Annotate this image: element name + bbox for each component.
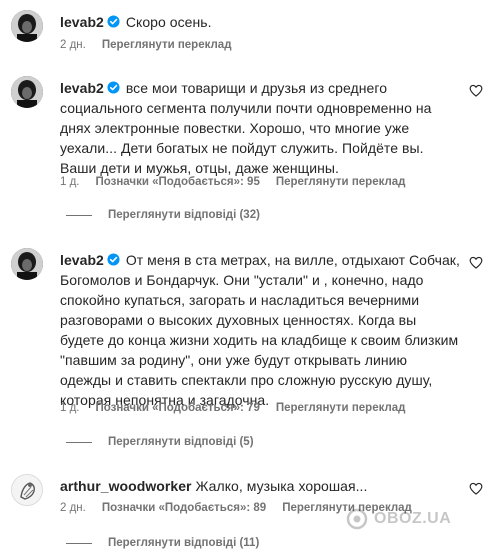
username[interactable]: levab2 — [60, 80, 104, 96]
timestamp: 1 д. — [60, 176, 80, 188]
comment-meta: 2 дн. Переглянути переклад — [60, 39, 248, 51]
translate-link[interactable]: Переглянути переклад — [102, 39, 232, 51]
username[interactable]: arthur_woodworker — [60, 478, 192, 494]
like-heart-icon[interactable] — [469, 84, 483, 97]
comment-meta: 1 д. Позначки «Подобається»: 79 Переглянут… — [60, 402, 421, 414]
watermark: OBOZ.UA — [346, 508, 451, 530]
comment-text: levab2 все мои товарищи и друзья из сред… — [60, 78, 461, 178]
translate-link[interactable]: Переглянути переклад — [276, 176, 406, 188]
view-replies-label: Переглянути відповіді (32) — [108, 209, 260, 221]
replies-divider — [66, 441, 92, 443]
verified-badge-icon — [107, 15, 120, 28]
timestamp: 2 дн. — [60, 502, 86, 514]
timestamp: 2 дн. — [60, 39, 86, 51]
comment-body: Скоро осень. — [125, 14, 212, 30]
verified-badge-icon — [107, 253, 120, 266]
view-replies-button[interactable]: Переглянути відповіді (32) — [66, 209, 260, 221]
comment-text: levab2 От меня в ста метрах, на вилле, о… — [60, 250, 461, 410]
avatar[interactable] — [11, 76, 43, 108]
likes-count[interactable]: Позначки «Подобається»: 95 — [96, 176, 260, 188]
watermark-logo-icon — [346, 508, 368, 530]
comment-meta: 1 д. Позначки «Подобається»: 95 Переглянут… — [60, 176, 421, 188]
like-heart-icon[interactable] — [469, 256, 483, 269]
avatar[interactable] — [11, 10, 43, 42]
likes-count[interactable]: Позначки «Подобається»: 89 — [102, 502, 266, 514]
view-replies-button[interactable]: Переглянути відповіді (5) — [66, 436, 254, 448]
username[interactable]: levab2 — [60, 14, 104, 30]
likes-count[interactable]: Позначки «Подобається»: 79 — [96, 402, 260, 414]
like-heart-icon[interactable] — [469, 482, 483, 495]
translate-link[interactable]: Переглянути переклад — [276, 402, 406, 414]
view-replies-button[interactable]: Переглянути відповіді (11) — [66, 537, 259, 549]
timestamp: 1 д. — [60, 402, 80, 414]
comment-body: От меня в ста метрах, на вилле, отдыхают… — [60, 252, 460, 408]
avatar[interactable] — [11, 248, 43, 280]
verified-badge-icon — [107, 81, 120, 94]
comment-text: levab2 Скоро осень. — [60, 12, 461, 32]
comment-text: arthur_woodworker Жалко, музыка хорошая.… — [60, 476, 461, 496]
username[interactable]: levab2 — [60, 252, 104, 268]
comment-body: Жалко, музыка хорошая... — [195, 478, 368, 494]
replies-divider — [66, 214, 92, 216]
view-replies-label: Переглянути відповіді (11) — [108, 537, 260, 549]
comment-body: все мои товарищи и друзья из среднего со… — [60, 80, 432, 176]
view-replies-label: Переглянути відповіді (5) — [108, 436, 254, 448]
avatar[interactable] — [11, 474, 43, 506]
replies-divider — [66, 542, 92, 544]
watermark-text: OBOZ.UA — [374, 510, 452, 527]
